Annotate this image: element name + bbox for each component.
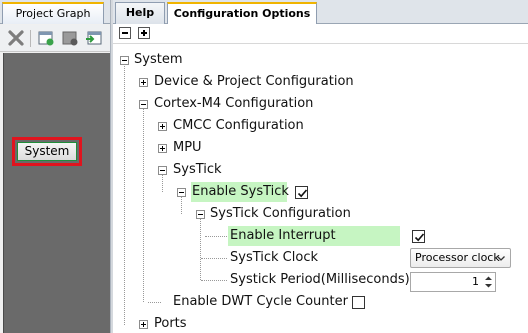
tree-node-systick-configuration[interactable]: SysTick Configuration — [210, 204, 351, 224]
tree-node-systick-period: Systick Period(Milliseconds) — [230, 272, 410, 287]
export-icon[interactable] — [84, 28, 104, 48]
expand-toggle-mpu[interactable] — [158, 144, 167, 153]
tree-node-enable-systick[interactable]: Enable SysTick — [191, 182, 289, 202]
tree-guide — [124, 61, 125, 325]
enable-systick-checkbox[interactable] — [295, 186, 308, 199]
close-icon[interactable] — [6, 28, 26, 48]
tree-node-systick-clock: SysTick Clock — [230, 250, 318, 265]
checkmark-icon — [414, 233, 425, 242]
tree-node-ports[interactable]: Ports — [154, 314, 187, 333]
tree-node-mpu[interactable]: MPU — [173, 138, 202, 158]
expand-toggle-systick[interactable] — [158, 166, 167, 175]
expand-toggle-ports[interactable] — [139, 320, 148, 329]
system-node[interactable]: System — [17, 142, 77, 161]
collapse-all-button[interactable] — [119, 27, 131, 39]
configuration-panel: Help Configuration Options System Device… — [113, 0, 528, 333]
save-component-icon[interactable] — [60, 28, 80, 48]
tab-project-graph[interactable]: Project Graph — [2, 2, 104, 24]
systick-period-value: 1 — [472, 275, 479, 288]
add-component-icon[interactable] — [36, 28, 56, 48]
expand-toggle-system[interactable] — [120, 56, 129, 65]
tree-connector — [201, 280, 227, 281]
tree-guide — [200, 215, 201, 280]
expand-toggle-systick-configuration[interactable] — [196, 210, 205, 219]
project-graph-canvas[interactable]: System — [3, 53, 110, 333]
expand-toggle-enable-systick[interactable] — [177, 188, 186, 197]
left-tab-bar: Project Graph — [0, 0, 110, 24]
tree-connector — [205, 236, 227, 237]
expand-toggle-device-project[interactable] — [139, 78, 148, 87]
tree-node-system[interactable]: System — [134, 50, 182, 70]
tree-node-device-project[interactable]: Device & Project Configuration — [154, 72, 354, 92]
tree-node-enable-interrupt: Enable Interrupt — [228, 226, 400, 246]
tree-connector — [201, 258, 227, 259]
tree-toolbar — [113, 24, 528, 44]
project-graph-panel: Project Graph System — [0, 0, 110, 333]
expand-toggle-cortex-m4[interactable] — [139, 100, 148, 109]
checkmark-icon — [297, 189, 308, 198]
expand-all-button[interactable] — [138, 27, 150, 39]
tab-help[interactable]: Help — [115, 2, 165, 24]
tree-node-cortex-m4[interactable]: Cortex-M4 Configuration — [154, 94, 313, 114]
enable-dwt-checkbox[interactable] — [352, 296, 365, 309]
tree-node-enable-dwt: Enable DWT Cycle Counter — [173, 294, 348, 309]
systick-clock-value: Processor clock — [415, 251, 500, 264]
expand-toggle-cmcc[interactable] — [158, 122, 167, 131]
tab-configuration-options[interactable]: Configuration Options — [167, 2, 317, 24]
enable-interrupt-checkbox[interactable] — [412, 230, 425, 243]
toolbar-separator — [30, 30, 31, 47]
tree-connector — [148, 302, 161, 303]
graph-toolbar — [0, 25, 110, 52]
spinner-arrows-icon[interactable] — [483, 274, 494, 290]
systick-period-spinner[interactable]: 1 — [410, 272, 496, 292]
tree-node-systick[interactable]: SysTick — [173, 160, 222, 180]
chevron-down-icon — [497, 256, 505, 261]
tree-guide — [143, 105, 144, 302]
right-tab-bar: Help Configuration Options — [113, 0, 528, 24]
selected-node-frame: System — [12, 137, 82, 166]
tree-node-cmcc[interactable]: CMCC Configuration — [173, 116, 304, 136]
systick-clock-select[interactable]: Processor clock — [410, 248, 511, 268]
configuration-tree: System Device & Project Configuration Co… — [113, 45, 528, 333]
